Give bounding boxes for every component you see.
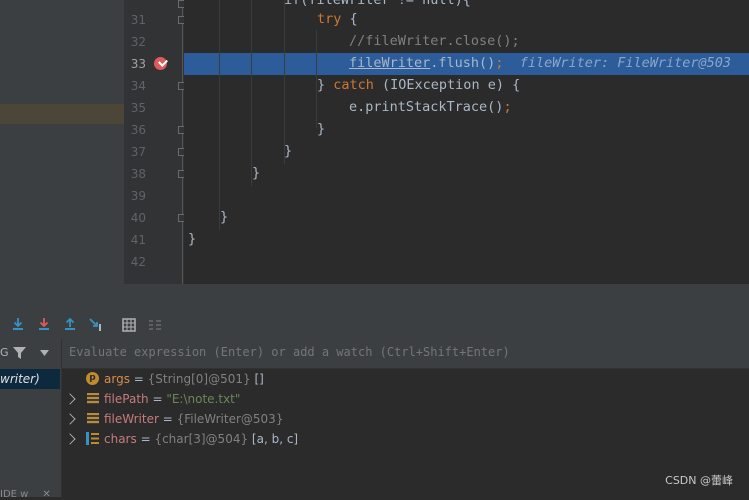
code-line-37: } xyxy=(284,143,293,159)
line-number: 34 xyxy=(130,79,146,93)
line-number: 37 xyxy=(130,145,146,159)
line-number: 42 xyxy=(130,255,146,269)
line-number: 36 xyxy=(130,123,146,137)
bottom-tab[interactable]: IDE w ✕ xyxy=(0,489,51,500)
code-line-30: if(fileWriter != null){ xyxy=(284,0,471,8)
parameter-icon: p xyxy=(86,372,99,385)
step-out-icon[interactable] xyxy=(62,316,78,332)
field-icon xyxy=(87,413,99,424)
debug-header-bar xyxy=(0,284,749,313)
field-icon xyxy=(87,393,99,404)
code-line-35: e.printStackTrace(); xyxy=(349,99,512,115)
close-icon[interactable]: ✕ xyxy=(42,489,50,500)
indent-guide xyxy=(284,0,285,164)
line-number: 39 xyxy=(130,189,146,203)
line-number: 35 xyxy=(130,101,146,115)
frames-panel xyxy=(0,339,62,497)
line-number: 40 xyxy=(130,211,146,225)
evaluate-expression-icon[interactable] xyxy=(121,317,137,333)
line-number: 32 xyxy=(130,35,146,49)
filter-icon[interactable] xyxy=(13,347,26,359)
code-line-34: } catch (IOException e) { xyxy=(317,77,521,93)
code-line-38: } xyxy=(252,165,261,181)
chevron-down-icon[interactable] xyxy=(40,350,49,356)
step-into-icon[interactable] xyxy=(10,316,26,332)
line-number: 38 xyxy=(130,167,146,181)
watch-bar xyxy=(62,339,749,369)
trace-stream-icon[interactable] xyxy=(147,317,163,333)
project-selected-row[interactable] xyxy=(0,104,124,124)
fold-guide-line xyxy=(182,0,183,284)
frames-header-label: G xyxy=(0,346,9,359)
code-line-33: fileWriter.flush(); fileWriter: FileWrit… xyxy=(349,55,732,71)
force-step-into-icon[interactable] xyxy=(36,316,52,332)
watch-expression-input[interactable] xyxy=(69,345,709,359)
array-icon xyxy=(86,432,99,445)
frame-item-selected[interactable]: writer) xyxy=(0,369,60,389)
indent-guide xyxy=(219,0,220,230)
breakpoint-icon[interactable] xyxy=(154,57,167,70)
run-to-cursor-icon[interactable] xyxy=(88,316,104,332)
line-number: 41 xyxy=(130,233,146,247)
code-line-36: } xyxy=(317,121,326,137)
watermark: CSDN @蕾峰 xyxy=(665,474,733,487)
code-line-32: //fileWriter.close(); xyxy=(349,33,520,49)
inline-debug-value: fileWriter: FileWriter@503 xyxy=(519,55,732,71)
code-line-31: try { xyxy=(317,11,358,27)
project-panel xyxy=(0,0,124,284)
debug-toolbar xyxy=(0,312,749,340)
line-number-current: 33 xyxy=(130,57,146,71)
code-line-41: } xyxy=(188,231,197,247)
code-line-40: } xyxy=(220,209,229,225)
line-number: 31 xyxy=(130,13,146,27)
indent-guide xyxy=(251,0,252,186)
